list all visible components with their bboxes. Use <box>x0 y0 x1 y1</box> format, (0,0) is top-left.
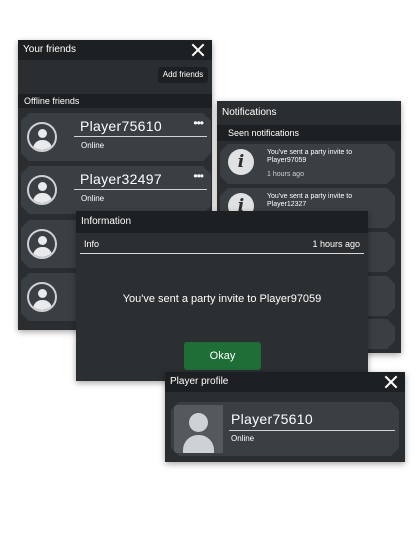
friend-row[interactable]: Player32497 ••• Online <box>21 166 211 214</box>
player-profile-panel: Player profile Player75610 Online <box>165 372 405 462</box>
notification-text: You've sent a party invite to Player1232… <box>267 193 353 208</box>
close-icon[interactable] <box>383 374 399 390</box>
notification-item[interactable]: i You've sent a party invite to Player97… <box>220 144 395 184</box>
player-profile-title: Player profile <box>165 372 405 392</box>
notification-text: You've sent a party invite to Player9705… <box>267 149 353 164</box>
information-modal: Information Info 1 hours ago You've sent… <box>76 211 368 381</box>
profile-name: Player75610 <box>231 411 313 427</box>
friends-panel-title: Your friends <box>18 40 212 60</box>
friend-status: Online <box>81 141 105 150</box>
avatar-icon <box>27 282 57 312</box>
friend-status: Online <box>81 194 105 203</box>
more-options-icon[interactable]: ••• <box>193 116 203 130</box>
info-label: Info <box>84 239 100 249</box>
profile-card: Player75610 Online <box>171 402 399 456</box>
divider <box>229 430 395 431</box>
seen-notifications-header: Seen notifications <box>217 125 401 141</box>
notification-time: 1 hours ago <box>267 171 304 178</box>
divider <box>80 253 364 254</box>
avatar-icon <box>27 122 57 152</box>
info-message: You've sent a party invite to Player9705… <box>122 293 322 305</box>
avatar-icon <box>27 229 57 259</box>
divider <box>74 136 207 137</box>
friend-row[interactable]: Player75610 ••• Online <box>21 113 211 161</box>
info-time: 1 hours ago <box>312 239 360 249</box>
close-icon[interactable] <box>190 42 206 58</box>
avatar-icon <box>174 405 223 453</box>
add-friends-button[interactable]: Add friends <box>158 67 208 83</box>
info-header: Info 1 hours ago <box>80 235 364 253</box>
okay-button[interactable]: Okay <box>184 342 261 370</box>
avatar-icon <box>27 175 57 205</box>
info-icon: i <box>228 149 254 175</box>
profile-status: Online <box>231 434 255 443</box>
friends-toolbar: Add friends <box>18 60 212 90</box>
modal-title: Information <box>76 211 368 233</box>
offline-friends-header: Offline friends <box>18 94 212 108</box>
friend-name: Player32497 <box>80 171 162 187</box>
divider <box>74 189 207 190</box>
friend-name: Player75610 <box>80 118 162 134</box>
more-options-icon[interactable]: ••• <box>193 169 203 183</box>
notifications-title: Notifications <box>217 101 401 123</box>
